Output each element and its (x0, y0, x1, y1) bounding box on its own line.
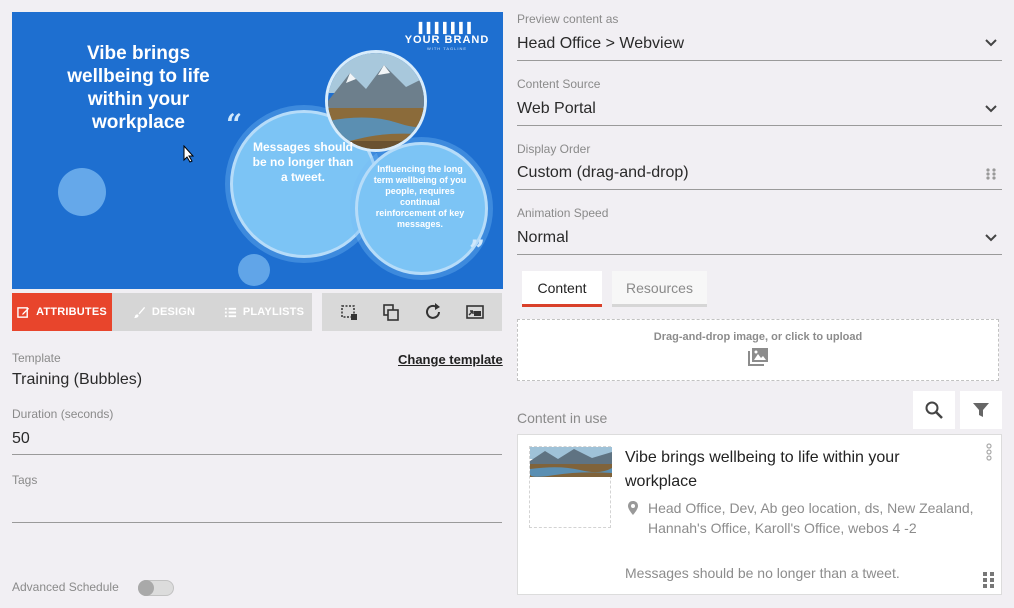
chevron-down-icon[interactable] (984, 104, 998, 114)
chevron-down-icon[interactable] (984, 233, 998, 243)
preview-as-select[interactable]: Head Office > Webview (517, 35, 684, 53)
tab-design-label: DESIGN (151, 306, 196, 318)
change-template-link[interactable]: Change template (398, 352, 503, 367)
content-title: Vibe brings wellbeing to life within you… (625, 449, 900, 490)
brush-icon (133, 306, 145, 318)
content-description: Messages should be no longer than a twee… (625, 565, 900, 581)
location-pin-icon (628, 501, 638, 515)
content-preview: Vibe brings wellbeing to life within you… (12, 12, 503, 289)
advanced-schedule-label: Advanced Schedule (12, 580, 119, 594)
preview-as-label: Preview content as (517, 12, 619, 26)
preview-toolbar (322, 293, 502, 331)
content-thumbnail (529, 446, 612, 528)
tab-resources[interactable]: Resources (612, 271, 707, 307)
upload-text: Drag-and-drop image, or click to upload (653, 331, 863, 343)
display-order-label: Display Order (517, 142, 591, 156)
animation-speed-label: Animation Speed (517, 206, 609, 220)
image-icon (518, 347, 998, 372)
tab-attributes[interactable]: ATTRIBUTES (12, 293, 112, 331)
search-button[interactable] (913, 391, 955, 429)
open-quote-icon: “ (226, 108, 243, 141)
content-card[interactable]: Vibe brings wellbeing to life within you… (517, 434, 1002, 595)
landscape-photo-bubble (325, 50, 427, 152)
duration-input[interactable]: 50 (12, 430, 30, 448)
tags-label: Tags (12, 473, 38, 487)
cast-icon[interactable] (464, 301, 486, 323)
crop-icon[interactable] (338, 301, 360, 323)
search-icon (925, 401, 943, 419)
brand-name: YOUR BRAND (404, 34, 490, 46)
display-order-select[interactable]: Custom (drag-and-drop) (517, 164, 689, 182)
filter-icon (973, 403, 989, 417)
content-source-label: Content Source (517, 77, 601, 91)
brand-tagline: WITH TAGLINE (426, 46, 468, 51)
more-options-icon[interactable] (985, 443, 993, 461)
content-source-underline (517, 125, 1002, 126)
tab-attributes-label: ATTRIBUTES (36, 306, 107, 318)
tab-playlists[interactable]: PLAYLISTS (216, 293, 312, 331)
chevron-down-icon[interactable] (984, 38, 998, 48)
template-label: Template (12, 351, 61, 365)
tab-design[interactable]: DESIGN (112, 293, 216, 331)
drag-grid-icon (986, 168, 996, 180)
close-quote-icon: ” (469, 234, 486, 267)
decorative-bubble (58, 168, 106, 216)
decorative-bubble (238, 254, 270, 286)
mouse-cursor-icon (183, 145, 195, 163)
content-in-use-label: Content in use (517, 410, 608, 426)
edit-icon (17, 306, 30, 318)
duration-label: Duration (seconds) (12, 407, 114, 421)
toggle-knob (138, 580, 154, 596)
editor-tab-bar: ATTRIBUTES DESIGN PLAYLISTS (12, 293, 312, 331)
duration-underline (12, 454, 502, 455)
template-value: Training (Bubbles) (12, 371, 143, 388)
image-upload-dropzone[interactable]: Drag-and-drop image, or click to upload (517, 319, 999, 381)
preview-headline: Vibe brings wellbeing to life within you… (67, 43, 210, 133)
refresh-icon[interactable] (422, 301, 444, 323)
tab-content[interactable]: Content (522, 271, 602, 307)
tab-playlists-label: PLAYLISTS (242, 306, 305, 318)
landscape-thumbnail-image (530, 447, 612, 477)
copy-icon[interactable] (380, 301, 402, 323)
advanced-schedule-toggle[interactable] (138, 580, 174, 596)
animation-speed-underline (517, 254, 1002, 255)
display-order-underline (517, 189, 1002, 190)
brand-logo: ▌▌▌▌▌▌▌ YOUR BRAND WITH TAGLINE (397, 23, 497, 52)
tags-underline (12, 522, 502, 523)
animation-speed-select[interactable]: Normal (517, 229, 569, 247)
preview-as-underline (517, 60, 1002, 61)
bubble-large-text: Messages should be no longer than a twee… (252, 140, 354, 184)
filter-button[interactable] (960, 391, 1002, 429)
bubble-small-text: Influencing the long term wellbeing of y… (373, 164, 467, 229)
content-source-select[interactable]: Web Portal (517, 100, 596, 118)
list-icon (224, 307, 236, 317)
tags-input[interactable] (12, 494, 502, 518)
content-locations: Head Office, Dev, Ab geo location, ds, N… (648, 500, 974, 536)
drag-handle-icon[interactable] (982, 571, 996, 589)
brand-arches-icon: ▌▌▌▌▌▌▌ (418, 23, 476, 34)
